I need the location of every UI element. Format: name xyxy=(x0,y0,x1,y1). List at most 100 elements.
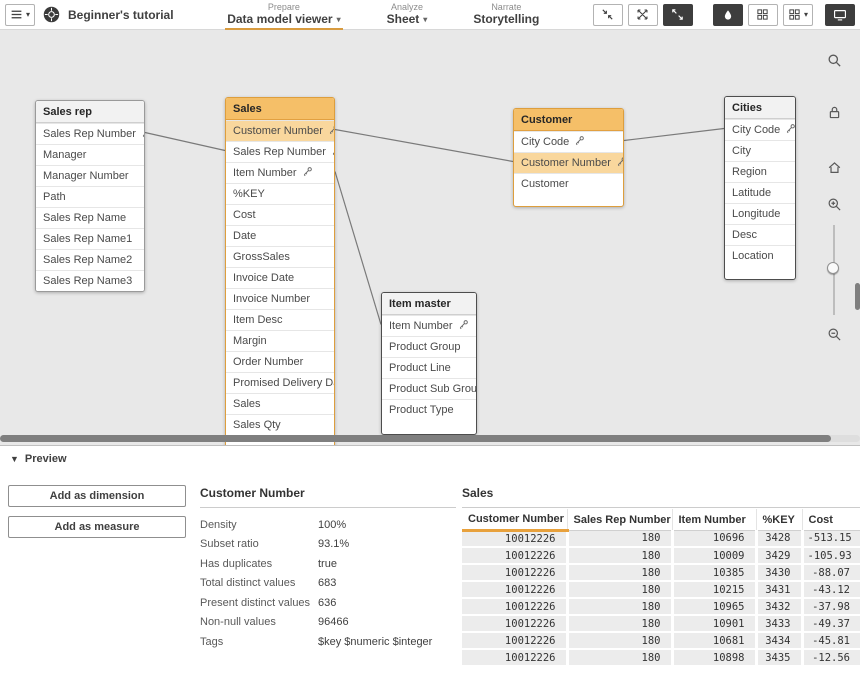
global-menu-button[interactable]: ▾ xyxy=(5,4,35,26)
field-invoice-number[interactable]: Invoice Number xyxy=(226,288,334,309)
field-city-code[interactable]: City Code xyxy=(725,119,795,140)
field-location[interactable]: Location xyxy=(725,245,795,266)
field-path[interactable]: Path xyxy=(36,186,144,207)
preview-cell: 10901 xyxy=(672,615,756,632)
field-label: City Code xyxy=(521,136,569,148)
field-item-desc[interactable]: Item Desc xyxy=(226,309,334,330)
field-order-number[interactable]: Order Number xyxy=(226,351,334,372)
field-city-code[interactable]: City Code xyxy=(514,131,623,152)
data-model-canvas[interactable]: Sales repSales Rep NumberManagerManager … xyxy=(0,30,860,445)
model-table-sales-rep[interactable]: Sales repSales Rep NumberManagerManager … xyxy=(35,100,145,292)
association-line[interactable] xyxy=(335,130,513,162)
field-sales-rep-number[interactable]: Sales Rep Number xyxy=(36,123,144,144)
lock-button[interactable] xyxy=(822,105,846,120)
field-promised-delivery-date[interactable]: Promised Delivery Date xyxy=(226,372,334,393)
preview-collapse-toggle[interactable]: ▼ Preview xyxy=(0,446,860,472)
search-button[interactable] xyxy=(822,53,846,68)
field-customer[interactable]: Customer xyxy=(514,173,623,194)
nav-prepare-data-model-viewer[interactable]: Prepare Data model viewer▾ xyxy=(225,0,342,30)
field-sales-rep-name1[interactable]: Sales Rep Name1 xyxy=(36,228,144,249)
association-line[interactable] xyxy=(145,133,225,151)
field-date[interactable]: Date xyxy=(226,225,334,246)
table-title[interactable]: Item master xyxy=(382,293,476,315)
field-item-number[interactable]: Item Number xyxy=(226,162,334,183)
nav-analyze-sheet[interactable]: Analyze Sheet▾ xyxy=(385,0,430,30)
column-header-sales-rep-number[interactable]: Sales Rep Number xyxy=(567,509,672,530)
droplet-button[interactable] xyxy=(713,4,743,26)
zoom-in-button[interactable] xyxy=(822,197,846,212)
preview-cell: 10012226 xyxy=(462,547,567,564)
association-line[interactable] xyxy=(624,129,724,141)
field-manager[interactable]: Manager xyxy=(36,144,144,165)
collapse-triangle-icon: ▼ xyxy=(10,454,19,464)
droplet-icon xyxy=(722,9,734,21)
field-label: Item Number xyxy=(389,320,453,332)
grid-button[interactable] xyxy=(748,4,778,26)
column-header-item-number[interactable]: Item Number xyxy=(672,509,756,530)
field-sales-rep-number[interactable]: Sales Rep Number xyxy=(226,141,334,162)
column-header-key[interactable]: %KEY xyxy=(756,509,802,530)
model-table-customer[interactable]: CustomerCity CodeCustomer NumberCustomer xyxy=(513,108,624,207)
model-table-sales[interactable]: SalesCustomer NumberSales Rep NumberItem… xyxy=(225,97,335,445)
column-header-customer-number[interactable]: Customer Number xyxy=(462,509,567,530)
key-icon xyxy=(574,135,585,149)
field-customer-number[interactable]: Customer Number xyxy=(514,152,623,173)
field-product-type[interactable]: Product Type xyxy=(382,399,476,420)
arrows-crossed-button[interactable] xyxy=(628,4,658,26)
field-city[interactable]: City xyxy=(725,140,795,161)
horizontal-scrollbar-track[interactable] xyxy=(0,435,860,442)
add-as-dimension-button[interactable]: Add as dimension xyxy=(8,485,186,507)
field-sales-rep-name2[interactable]: Sales Rep Name2 xyxy=(36,249,144,270)
model-table-item-master[interactable]: Item masterItem NumberProduct GroupProdu… xyxy=(381,292,477,435)
field-invoice-date[interactable]: Invoice Date xyxy=(226,267,334,288)
home-button[interactable] xyxy=(822,160,846,175)
nav-section-label: Analyze xyxy=(391,2,423,12)
preview-data-row: 10012226180103853430-88.07 xyxy=(462,564,860,581)
field-label: %KEY xyxy=(233,188,265,200)
field-margin[interactable]: Margin xyxy=(226,330,334,351)
preview-cell: 180 xyxy=(567,530,672,547)
field-item-number[interactable]: Item Number xyxy=(382,315,476,336)
field-cost[interactable]: Cost xyxy=(226,204,334,225)
arrows-collapse-button[interactable] xyxy=(593,4,623,26)
zoom-slider-handle[interactable] xyxy=(827,262,839,274)
table-title[interactable]: Sales rep xyxy=(36,101,144,123)
field-key[interactable]: %KEY xyxy=(226,183,334,204)
field-sales-rep-name3[interactable]: Sales Rep Name3 xyxy=(36,270,144,291)
field-desc[interactable]: Desc xyxy=(725,224,795,245)
field-product-group[interactable]: Product Group xyxy=(382,336,476,357)
key-icon xyxy=(331,145,334,159)
monitor-button[interactable] xyxy=(825,4,855,26)
qlik-data-model-viewer: ▾ Beginner's tutorial Prepare Data model… xyxy=(0,0,860,685)
arrows-expand-button[interactable] xyxy=(663,4,693,26)
preview-data-row: 10012226180100093429-105.93 xyxy=(462,547,860,564)
field-label: Sales Qty xyxy=(233,419,281,431)
zoom-out-button[interactable] xyxy=(822,327,846,342)
association-line[interactable] xyxy=(335,172,381,325)
grid-button-menu[interactable]: ▾ xyxy=(783,4,813,26)
horizontal-scrollbar-thumb[interactable] xyxy=(0,435,831,442)
table-title[interactable]: Cities xyxy=(725,97,795,119)
field-sales-qty[interactable]: Sales Qty xyxy=(226,414,334,435)
field-region[interactable]: Region xyxy=(725,161,795,182)
add-as-measure-button[interactable]: Add as measure xyxy=(8,516,186,538)
vertical-scrollbar-thumb[interactable] xyxy=(855,283,860,310)
field-product-line[interactable]: Product Line xyxy=(382,357,476,378)
table-title[interactable]: Customer xyxy=(514,109,623,131)
model-table-cities[interactable]: CitiesCity CodeCityRegionLatitudeLongitu… xyxy=(724,96,796,280)
field-sales[interactable]: Sales xyxy=(226,393,334,414)
field-product-sub-group[interactable]: Product Sub Group xyxy=(382,378,476,399)
field-manager-number[interactable]: Manager Number xyxy=(36,165,144,186)
key-icon xyxy=(616,156,623,170)
nav-narrate-storytelling[interactable]: Narrate Storytelling xyxy=(471,0,541,30)
field-longitude[interactable]: Longitude xyxy=(725,203,795,224)
field-customer-number[interactable]: Customer Number xyxy=(226,120,334,141)
field-label: Invoice Date xyxy=(233,272,294,284)
table-title[interactable]: Sales xyxy=(226,98,334,120)
compass-icon[interactable] xyxy=(43,6,60,23)
field-grosssales[interactable]: GrossSales xyxy=(226,246,334,267)
field-sales-rep-name[interactable]: Sales Rep Name xyxy=(36,207,144,228)
column-header-cost[interactable]: Cost xyxy=(802,509,860,530)
field-latitude[interactable]: Latitude xyxy=(725,182,795,203)
key-icon xyxy=(328,124,334,138)
